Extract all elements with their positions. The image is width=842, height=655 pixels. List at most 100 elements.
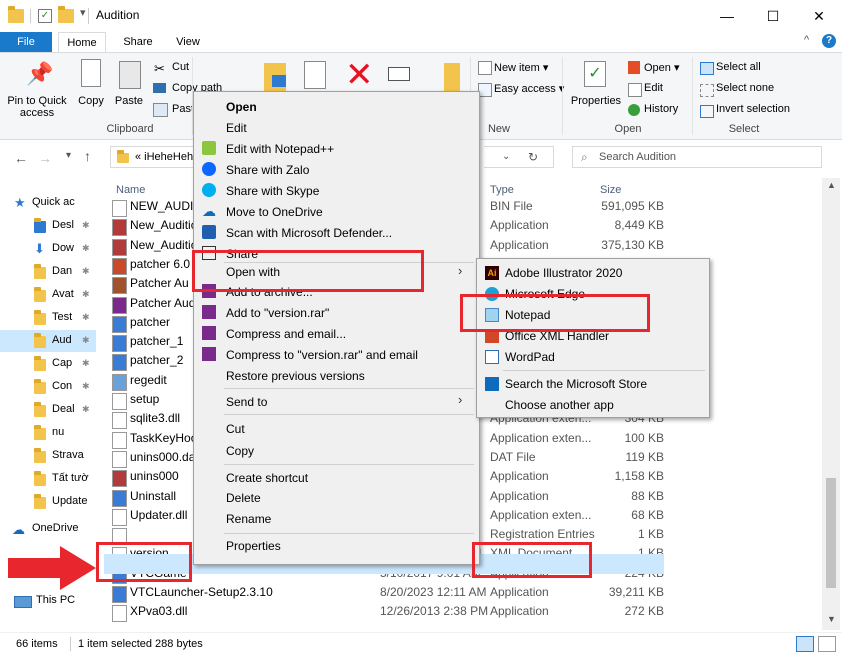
rename-icon[interactable]: [388, 67, 410, 81]
menu-item-compress-version-email[interactable]: Compress to "version.rar" and email: [226, 348, 418, 362]
menu-item-move-onedrive[interactable]: Move to OneDrive: [226, 205, 323, 219]
file-name[interactable]: patcher: [130, 315, 170, 329]
file-name[interactable]: patcher 6.0: [130, 257, 190, 271]
nav-item-folder[interactable]: Cap ✱: [0, 353, 96, 375]
menu-item-delete[interactable]: Delete: [226, 491, 261, 505]
menu-item-create-shortcut[interactable]: Create shortcut: [226, 471, 308, 485]
new-item-button[interactable]: New item ▾: [494, 61, 548, 74]
menu-item-properties[interactable]: Properties: [226, 539, 281, 553]
menu-item-add-version-rar[interactable]: Add to "version.rar": [226, 306, 329, 320]
copy-button[interactable]: Copy: [76, 95, 106, 107]
customize-quick-access-icon[interactable]: ▾: [80, 6, 86, 20]
details-view-icon[interactable]: [796, 636, 814, 652]
menu-item-cut[interactable]: Cut: [226, 422, 245, 436]
pin-quick-access-button[interactable]: Pin to Quick access: [2, 95, 72, 119]
file-name[interactable]: XPva03.dll: [130, 604, 187, 618]
minimize-button[interactable]: —: [704, 0, 750, 32]
back-arrow-icon[interactable]: ←: [14, 150, 28, 166]
properties-button[interactable]: Properties: [568, 95, 624, 107]
file-name[interactable]: unins000.dat: [130, 450, 199, 464]
nav-item-folder[interactable]: Tất tườ: [0, 468, 96, 490]
menu-item-share-skype[interactable]: Share with Skype: [226, 184, 319, 198]
invert-selection-button[interactable]: Invert selection: [716, 103, 790, 115]
column-header-type[interactable]: Type: [490, 184, 514, 196]
menu-item-copy[interactable]: Copy: [226, 444, 254, 458]
file-name[interactable]: unins000: [130, 469, 179, 483]
new-folder-icon[interactable]: [58, 6, 74, 23]
edit-button[interactable]: Edit: [644, 82, 663, 94]
file-name[interactable]: sqlite3.dll: [130, 411, 180, 425]
close-button[interactable]: ✕: [796, 0, 842, 32]
file-name[interactable]: patcher_1: [130, 334, 183, 348]
search-box[interactable]: ⌕ Search Audition: [572, 146, 822, 168]
nav-item-folder[interactable]: Con ✱: [0, 376, 96, 398]
column-header-name[interactable]: Name: [116, 184, 145, 196]
vertical-scrollbar[interactable]: ▲ ▼: [822, 178, 840, 630]
paste-button[interactable]: Paste: [114, 95, 144, 107]
new-folder-ribbon-icon[interactable]: [444, 63, 460, 91]
submenu-item-choose-another[interactable]: Choose another app: [505, 398, 614, 412]
nav-item-folder[interactable]: Strava: [0, 445, 96, 467]
cut-button[interactable]: Cut: [172, 61, 189, 73]
nav-item-audition[interactable]: Aud ✱: [0, 330, 96, 352]
nav-item-folder[interactable]: nu: [0, 422, 96, 444]
select-all-button[interactable]: Select all: [716, 61, 761, 73]
nav-item-folder[interactable]: Deal ✱: [0, 399, 96, 421]
recent-locations-icon[interactable]: ▾: [66, 150, 71, 161]
scroll-up-icon[interactable]: ▲: [827, 180, 836, 190]
menu-item-compress-email[interactable]: Compress and email...: [226, 327, 346, 341]
tab-file[interactable]: File: [0, 32, 52, 52]
nav-item-onedrive[interactable]: ☁ OneDrive: [0, 518, 96, 540]
menu-item-restore-versions[interactable]: Restore previous versions: [226, 369, 365, 383]
nav-item-folder[interactable]: Avat ✱: [0, 284, 96, 306]
nav-item-folder[interactable]: Test ✱: [0, 307, 96, 329]
copy-to-icon[interactable]: [304, 61, 326, 89]
maximize-button[interactable]: ☐: [750, 0, 796, 32]
help-icon[interactable]: ?: [822, 34, 836, 48]
up-arrow-icon[interactable]: ↑: [84, 148, 91, 164]
file-name[interactable]: regedit: [130, 373, 167, 387]
submenu-item-wordpad[interactable]: WordPad: [505, 350, 555, 364]
nav-item-desktop[interactable]: Desl ✱: [0, 215, 96, 237]
nav-item-folder[interactable]: Dan ✱: [0, 261, 96, 283]
collapse-ribbon-icon[interactable]: ^: [804, 34, 809, 46]
nav-item-folder[interactable]: Update: [0, 491, 96, 513]
tab-share[interactable]: Share: [116, 32, 160, 52]
address-dropdown-icon[interactable]: ⌄: [502, 151, 510, 162]
nav-item-downloads[interactable]: ⬇ Dow ✱: [0, 238, 96, 260]
file-name[interactable]: patcher_2: [130, 353, 183, 367]
file-name[interactable]: Patcher Au: [130, 276, 189, 290]
menu-item-open[interactable]: Open: [226, 100, 257, 114]
easy-access-button[interactable]: Easy access ▾: [494, 82, 564, 95]
large-icons-view-icon[interactable]: [818, 636, 836, 652]
menu-item-edit-notepadpp[interactable]: Edit with Notepad++: [226, 142, 334, 156]
file-name[interactable]: New_Auditio: [130, 238, 197, 252]
menu-item-edit[interactable]: Edit: [226, 121, 247, 135]
refresh-icon[interactable]: ↻: [528, 150, 538, 164]
submenu-item-illustrator[interactable]: Adobe Illustrator 2020: [505, 266, 622, 280]
tab-home[interactable]: Home: [58, 32, 106, 52]
select-none-button[interactable]: Select none: [716, 82, 774, 94]
tab-view[interactable]: View: [166, 32, 210, 52]
history-button[interactable]: History: [644, 103, 678, 115]
column-header-size[interactable]: Size: [600, 184, 621, 196]
submenu-item-search-store[interactable]: Search the Microsoft Store: [505, 377, 647, 391]
file-name[interactable]: VTCLauncher-Setup2.3.10: [130, 585, 273, 599]
nav-item-quick-access[interactable]: ★ Quick ac: [0, 192, 96, 214]
properties-check-icon[interactable]: ✓: [38, 9, 52, 23]
file-name[interactable]: Updater.dll: [130, 508, 187, 522]
menu-item-share-zalo[interactable]: Share with Zalo: [226, 163, 309, 177]
scrollbar-thumb[interactable]: [826, 478, 836, 588]
menu-item-send-to[interactable]: Send to: [226, 395, 267, 409]
menu-item-rename[interactable]: Rename: [226, 512, 271, 526]
file-name[interactable]: Patcher Audi: [130, 296, 198, 310]
file-name[interactable]: New_Auditio: [130, 218, 197, 232]
file-name[interactable]: setup: [130, 392, 159, 406]
search-input[interactable]: Search Audition: [599, 151, 676, 163]
scroll-down-icon[interactable]: ▼: [827, 614, 836, 624]
file-name[interactable]: Uninstall: [130, 489, 176, 503]
forward-arrow-icon[interactable]: →: [38, 150, 52, 166]
open-button[interactable]: Open ▾: [644, 61, 680, 74]
menu-item-scan-defender[interactable]: Scan with Microsoft Defender...: [226, 226, 392, 240]
nav-item-this-pc[interactable]: This PC: [0, 590, 96, 612]
